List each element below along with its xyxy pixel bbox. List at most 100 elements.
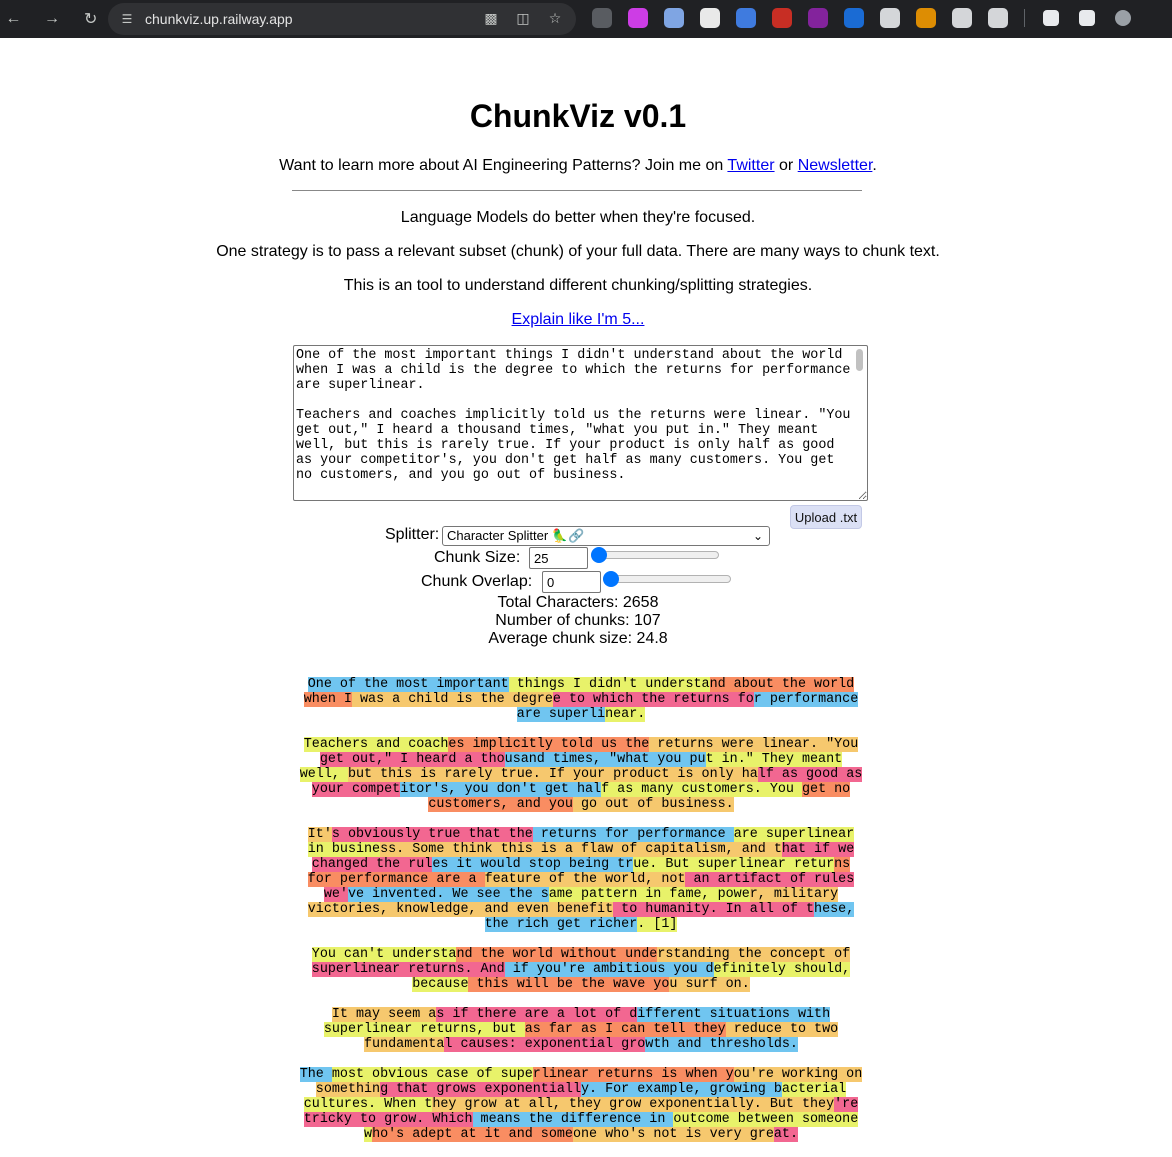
chunk-segment: efinitely should, bbox=[713, 962, 851, 977]
chunk-segment: superlinear returns. And bbox=[311, 962, 505, 977]
chunk-segment: The bbox=[299, 1067, 332, 1082]
back-icon[interactable]: ← bbox=[0, 5, 27, 33]
chunk-segment: cultures. When t bbox=[303, 1097, 433, 1112]
chunk-segment: ame pattern in fame, powe bbox=[548, 887, 750, 902]
url-text[interactable]: chunkviz.up.railway.app bbox=[145, 11, 293, 27]
forward-icon[interactable]: → bbox=[39, 5, 66, 33]
chunk-segment: get no bbox=[802, 782, 851, 797]
chunk-segment: ue. But superlinear retur bbox=[633, 857, 835, 872]
chunk-segment: invented. We see the s bbox=[372, 887, 549, 902]
chunk-segment: wth and thresholds. bbox=[645, 1037, 798, 1052]
chunk-segment: this will be the wave yo bbox=[468, 977, 670, 992]
camera-ext-icon[interactable] bbox=[696, 4, 724, 32]
description-line-1: Language Models do better when they're f… bbox=[400, 209, 756, 226]
chunk-segment: nd about the world bbox=[709, 677, 855, 692]
chunk-segment: es it would stop being tr bbox=[432, 857, 634, 872]
chunk-segment: compet bbox=[351, 782, 401, 797]
downloads-icon[interactable] bbox=[1037, 4, 1065, 32]
chunk-size-slider-knob[interactable] bbox=[591, 547, 607, 563]
chunk-segment: e to which the returns fo bbox=[552, 692, 754, 707]
text-input-area[interactable]: One of the most important things I didn'… bbox=[293, 345, 868, 501]
chunk-segment: fundamenta bbox=[364, 1037, 445, 1052]
newsletter-link[interactable]: Newsletter bbox=[798, 157, 873, 174]
upload-txt-button[interactable]: Upload .txt bbox=[790, 505, 862, 529]
chunk-segment: 're bbox=[834, 1097, 859, 1112]
chunk-segment: because bbox=[412, 977, 469, 992]
intro-prefix: Want to learn more about AI Engineering … bbox=[279, 157, 724, 174]
chunk-segment: f your product is only ha bbox=[556, 767, 758, 782]
chunk-paragraph: It's obviously true that the returns for… bbox=[296, 827, 866, 932]
chunk-paragraph: One of the most important things I didn'… bbox=[296, 677, 866, 722]
recorder-ext-icon[interactable] bbox=[624, 4, 652, 32]
number-of-chunks: Number of chunks: 107 bbox=[495, 612, 661, 629]
chunk-segment: if you're ambitious you d bbox=[504, 962, 714, 977]
reader-ext-icon[interactable] bbox=[588, 4, 616, 32]
doc-ext-icon[interactable] bbox=[732, 4, 760, 32]
site-settings-icon[interactable]: ☰ bbox=[118, 10, 136, 28]
chunk-segment: at. bbox=[773, 1127, 798, 1142]
media-ext-icon[interactable] bbox=[768, 4, 796, 32]
bookmark-star-icon[interactable]: ☆ bbox=[546, 9, 564, 27]
chunk-segment: things I didn't understa bbox=[508, 677, 710, 692]
chunk-segment: when I bbox=[303, 692, 352, 707]
a-ext-icon[interactable] bbox=[912, 4, 940, 32]
chunk-segment: ss. Some think this is a bbox=[380, 842, 581, 857]
chunk-segment: s if there are a lot of d bbox=[436, 1007, 638, 1022]
x-ext-icon[interactable] bbox=[804, 4, 832, 32]
chunk-segment: go out of business. bbox=[572, 797, 734, 812]
chunk-segment: ou're working on bbox=[733, 1067, 863, 1082]
twitter-link[interactable]: Twitter bbox=[727, 157, 774, 174]
puzzle-ext-icon[interactable] bbox=[984, 4, 1012, 32]
chunk-segment: superlinear returns, but bbox=[323, 1022, 525, 1037]
chunk-segment: hey grow at all, they gro bbox=[432, 1097, 634, 1112]
eli5-link[interactable]: Explain like I'm 5... bbox=[512, 311, 645, 328]
chunk-segment: busine bbox=[331, 842, 381, 857]
chunk-segment: It' bbox=[307, 827, 332, 842]
install-app-icon[interactable]: ▩ bbox=[482, 9, 500, 27]
average-chunk-size: Average chunk size: 24.8 bbox=[488, 630, 668, 647]
description-line-2: One strategy is to pass a relevant subse… bbox=[216, 243, 940, 260]
chunk-segment: tricky to grow. Which bbox=[303, 1112, 473, 1127]
page-title: ChunkViz v0.1 bbox=[469, 98, 687, 134]
chunk-segment: customers, and you bbox=[428, 797, 573, 812]
chunk-segment: returns were linear. "You bbox=[649, 737, 859, 752]
chunk-segment: near. bbox=[605, 707, 646, 722]
chunk-segment: was a child is the degre bbox=[351, 692, 553, 707]
browser-toolbar: ← → ↻ ☰ chunkviz.up.railway.app ▩ ◫ ☆ bbox=[0, 0, 1172, 38]
chunk-segment: itor's, you don't get hal bbox=[400, 782, 602, 797]
translate-icon[interactable]: ◫ bbox=[514, 9, 532, 27]
toolbar-divider bbox=[1024, 9, 1025, 27]
chunk-segment: are superli bbox=[516, 707, 606, 722]
tool-ext-icon[interactable] bbox=[948, 4, 976, 32]
profile-avatar[interactable] bbox=[1109, 4, 1137, 32]
intro-suffix: . bbox=[872, 157, 877, 174]
media-control-icon[interactable] bbox=[1073, 4, 1101, 32]
chunk-overlap-input[interactable]: 0 bbox=[542, 571, 601, 593]
chunk-segment: r performance bbox=[753, 692, 859, 707]
chunk-segment: You can't understa bbox=[311, 947, 457, 962]
description-line-3: This is an tool to understand different … bbox=[343, 277, 813, 294]
chunk-segment: es implicitly told us the bbox=[448, 737, 650, 752]
splitter-select[interactable]: Character Splitter 🦜🔗 ⌄ bbox=[442, 526, 770, 546]
reload-icon[interactable]: ↻ bbox=[77, 5, 104, 33]
chunk-size-input[interactable]: 25 bbox=[529, 547, 588, 569]
address-bar[interactable]: ☰ chunkviz.up.railway.app ▩ ◫ ☆ bbox=[108, 3, 576, 35]
splitter-label: Splitter: bbox=[385, 526, 440, 543]
divider bbox=[292, 190, 862, 191]
chunk-segment: but this is rarely true. I bbox=[347, 767, 557, 782]
chevron-down-icon: ⌄ bbox=[752, 529, 763, 543]
sidepanel-ext-icon[interactable] bbox=[660, 4, 688, 32]
textarea-scrollbar[interactable] bbox=[853, 347, 865, 499]
chunk-segment: changed the rul bbox=[311, 857, 433, 872]
chunk-segment: One of the most important bbox=[307, 677, 509, 692]
chunk-overlap-slider[interactable] bbox=[603, 571, 731, 587]
chunk-size-slider[interactable] bbox=[591, 547, 719, 563]
chunk-overlap-label: Chunk Overlap: bbox=[421, 573, 533, 590]
chunk-segment: means the difference in bbox=[472, 1112, 674, 1127]
download-ext-icon[interactable] bbox=[876, 4, 904, 32]
total-characters: Total Characters: 2658 bbox=[497, 594, 659, 611]
chunk-segment: Teachers and coach bbox=[303, 737, 449, 752]
chunk-overlap-slider-knob[interactable] bbox=[603, 571, 619, 587]
apps-ext-icon[interactable] bbox=[840, 4, 868, 32]
extensions-bar bbox=[588, 4, 1137, 32]
